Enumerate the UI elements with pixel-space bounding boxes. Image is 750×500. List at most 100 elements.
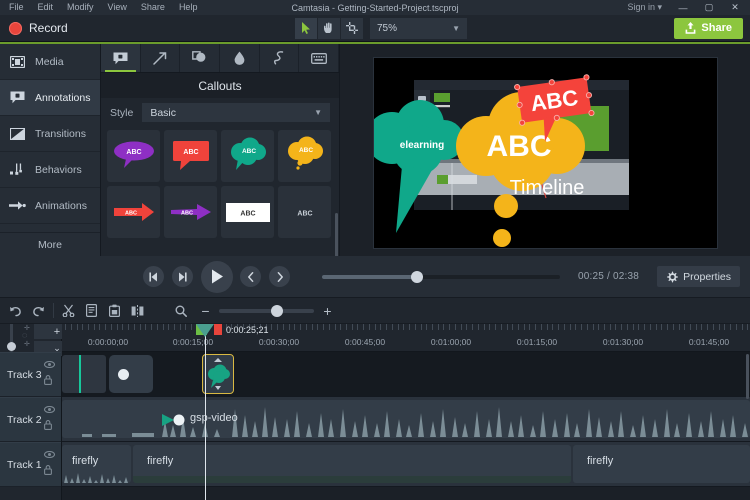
paste-button[interactable] (103, 300, 126, 322)
sidebar-item-annotations[interactable]: Annotations (0, 80, 100, 116)
next-marker-button[interactable] (269, 266, 290, 287)
track3-clip-a[interactable] (62, 355, 106, 393)
ruler-tick (289, 324, 290, 330)
tab-blur[interactable] (220, 44, 260, 72)
clip-label: firefly (587, 455, 613, 467)
tab-callouts[interactable] (101, 44, 141, 72)
ruler-label: 0:00:30;00 (259, 337, 299, 347)
ruler-tick (415, 324, 416, 330)
callout-purple-arrow[interactable]: ABC (164, 186, 217, 238)
sidebar-item-label: Annotations (35, 92, 90, 104)
ruler-tick (564, 324, 565, 330)
ruler-label: 0:01:15;00 (517, 337, 557, 347)
callout-red-bubble[interactable]: ABC (164, 130, 217, 182)
tab-keystroke[interactable] (299, 44, 339, 72)
sidebar-item-media[interactable]: Media (0, 44, 100, 80)
select-tool-button[interactable] (295, 18, 317, 39)
menu-item-modify[interactable]: Modify (60, 0, 101, 15)
undo-button[interactable] (4, 300, 27, 322)
zoom-out-button[interactable]: − (200, 303, 211, 319)
playhead-handle[interactable] (196, 324, 214, 337)
hand-tool-button[interactable] (318, 18, 340, 39)
style-dropdown[interactable]: Basic ▼ (142, 103, 330, 122)
ruler-tick (747, 324, 748, 330)
search-icon[interactable] (169, 300, 192, 322)
ruler-tick (690, 324, 691, 330)
split-button[interactable] (126, 300, 149, 322)
ruler-tick (340, 324, 341, 330)
cut-button[interactable] (57, 300, 80, 322)
ruler-tick (472, 324, 473, 330)
ruler-tick (375, 324, 376, 330)
panel-scrollbar[interactable] (335, 213, 338, 256)
next-frame-button[interactable] (172, 266, 193, 287)
close-button[interactable]: ✕ (722, 0, 748, 15)
track3-clip-b[interactable] (109, 355, 153, 393)
callout-white-box[interactable]: ABC (221, 186, 274, 238)
track-header-controls: ✛ ◌ ✛ + ⌄ (0, 324, 61, 352)
menu-item-edit[interactable]: Edit (31, 0, 61, 15)
track1-clip-1[interactable]: firefly (62, 445, 131, 483)
track-lane-3[interactable] (62, 352, 750, 397)
track3-clip-selected[interactable] (203, 355, 233, 393)
canvas-preview[interactable]: elearning ABC Timeline (373, 57, 718, 249)
track-header-2[interactable]: Track 2 (0, 397, 61, 442)
sign-in-button[interactable]: Sign in ▾ (619, 2, 670, 13)
menu-item-file[interactable]: File (2, 0, 31, 15)
copy-button[interactable] (80, 300, 103, 322)
track-header-1[interactable]: Track 1 (0, 442, 61, 487)
crop-tool-button[interactable] (341, 18, 363, 39)
properties-button[interactable]: Properties (657, 266, 740, 287)
previous-marker-button[interactable] (240, 266, 261, 287)
callout-purple-bubble[interactable]: ABC (107, 130, 160, 182)
timeline-ruler[interactable]: 0:00:00;00 0:00:15;00 0:00:30;00 0:00:45… (62, 324, 750, 352)
ruler-tick (398, 324, 399, 330)
maximize-button[interactable]: ▢ (696, 0, 722, 15)
redo-button[interactable] (27, 300, 50, 322)
timeline-body[interactable]: 0:00:00;00 0:00:15;00 0:00:30;00 0:00:45… (62, 324, 750, 500)
film-icon (9, 54, 26, 69)
scrubber-handle[interactable] (411, 271, 423, 283)
ruler-tick (724, 324, 725, 330)
share-button[interactable]: Share (674, 18, 743, 39)
zoom-in-button[interactable]: + (322, 303, 333, 319)
ruler-tick (426, 324, 427, 330)
upload-icon (685, 22, 696, 34)
callout-red-arrow[interactable]: ABC (107, 186, 160, 238)
callout-text-only[interactable]: ABC (278, 186, 331, 238)
track-header-3[interactable]: Track 3 (0, 352, 61, 397)
zoom-level-dropdown[interactable]: 75% ▼ (370, 18, 467, 39)
tab-arrows[interactable] (141, 44, 181, 72)
track-lane-1[interactable]: firefly firefly firefly (62, 442, 750, 487)
track-height-handle[interactable] (7, 342, 16, 351)
record-button[interactable]: Record (0, 21, 100, 35)
preview-scrubber[interactable] (322, 275, 560, 279)
menu-item-share[interactable]: Share (134, 0, 172, 15)
ruler-tick (99, 324, 100, 330)
tab-shapes[interactable] (180, 44, 220, 72)
out-marker[interactable] (214, 324, 222, 335)
sidebar-item-transitions[interactable]: Transitions (0, 116, 100, 152)
menu-item-help[interactable]: Help (172, 0, 205, 15)
callout-teal-cloud[interactable]: ABC (221, 130, 274, 182)
sidebar-item-behaviors[interactable]: Behaviors (0, 152, 100, 188)
track-lane-2[interactable]: gsp-video (62, 397, 750, 442)
timeline-zoom-handle[interactable] (271, 305, 283, 317)
track2-clip-gsp-video[interactable]: gsp-video (62, 400, 750, 438)
menu-item-view[interactable]: View (101, 0, 134, 15)
track1-clip-3[interactable]: firefly (573, 445, 750, 483)
timeline-zoom-slider[interactable] (219, 309, 314, 313)
minimize-button[interactable]: — (670, 0, 696, 15)
timeline-zoom-control: − + (169, 300, 333, 322)
sidebar-more-button[interactable]: More (0, 232, 100, 256)
callout-yellow-cloud[interactable]: ABC (278, 130, 331, 182)
droplet-icon (234, 51, 245, 65)
track1-clip-2[interactable]: firefly (133, 445, 571, 483)
clip-label: firefly (147, 455, 173, 467)
previous-frame-button[interactable] (143, 266, 164, 287)
tab-sketch-motion[interactable] (260, 44, 300, 72)
sidebar-item-animations[interactable]: Animations (0, 188, 100, 224)
time-display: 00:25 / 02:38 (578, 271, 639, 282)
timeline-vertical-scrollbar[interactable] (746, 354, 749, 399)
play-button[interactable] (201, 261, 233, 293)
